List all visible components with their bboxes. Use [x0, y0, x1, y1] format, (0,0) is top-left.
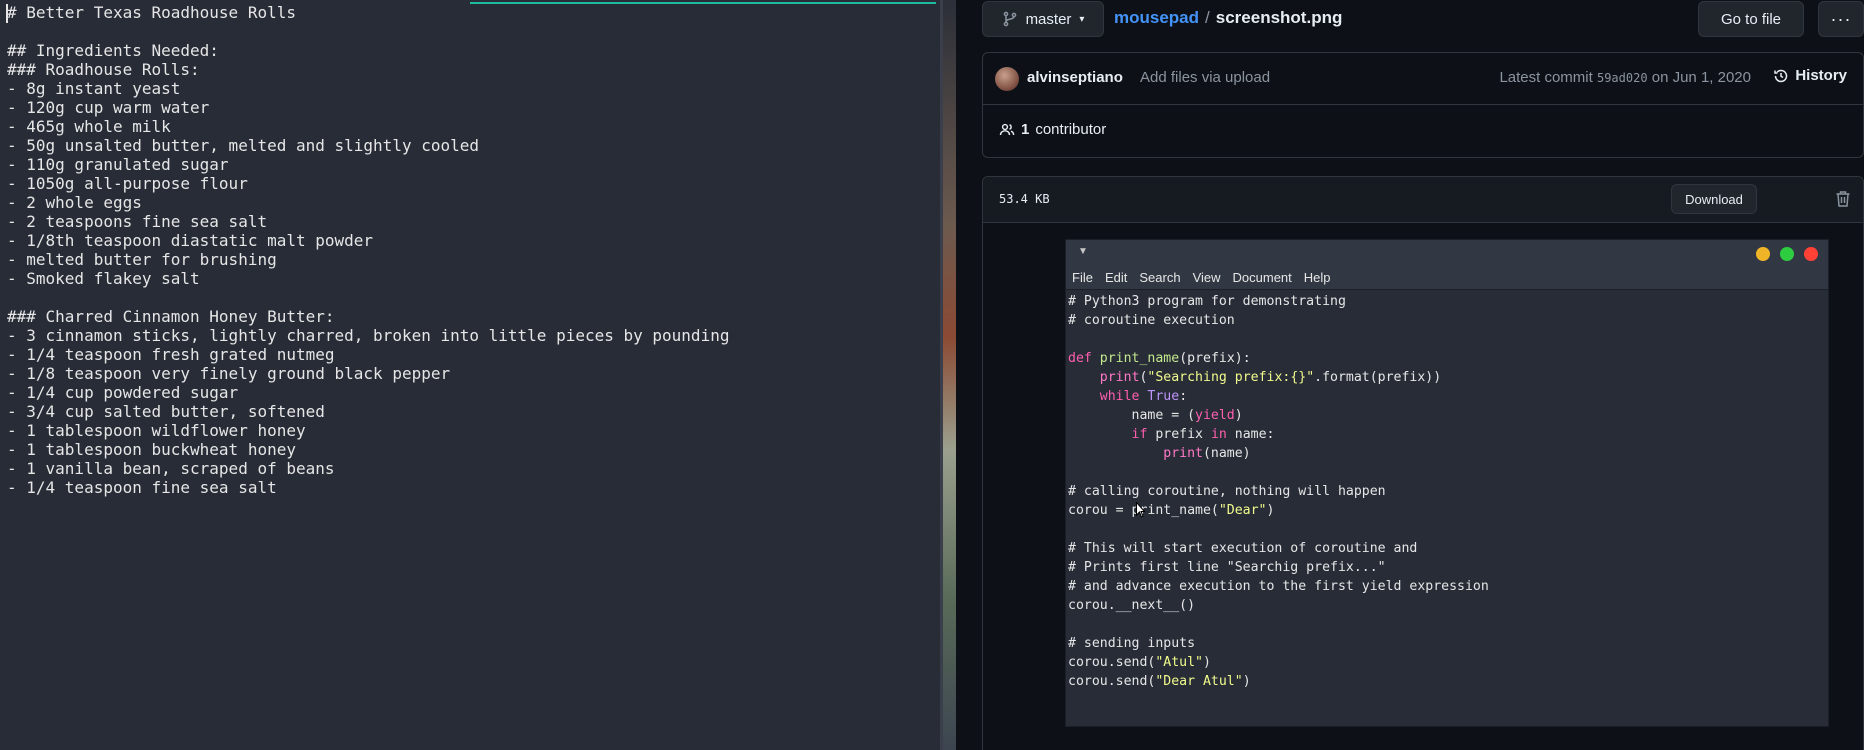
- code-line: # Python3 program for demonstrating: [1068, 294, 1346, 309]
- editor-line: - Smoked flakey salt: [7, 269, 200, 288]
- editor-line: - 1 vanilla bean, scraped of beans: [7, 459, 335, 478]
- desktop-wallpaper-strip: [940, 0, 956, 750]
- window-divider[interactable]: [940, 0, 943, 750]
- menu-item-help: Help: [1303, 270, 1331, 285]
- contributors-count: 1: [1021, 121, 1030, 138]
- file-header: 53.4 KB Download: [983, 177, 1863, 223]
- menu-item-search: Search: [1139, 270, 1181, 285]
- file-size: 53.4 KB: [999, 192, 1050, 206]
- code-line: # coroutine execution: [1068, 313, 1235, 328]
- editor-line: - 465g whole milk: [7, 117, 171, 136]
- editor-line: - 1/4 cup powdered sugar: [7, 383, 239, 402]
- editor-line: - 1 tablespoon buckwheat honey: [7, 440, 296, 459]
- editor-line: - 120g cup warm water: [7, 98, 210, 117]
- people-icon: [999, 123, 1015, 135]
- editor-line: - melted butter for brushing: [7, 250, 277, 269]
- history-link[interactable]: History: [1773, 67, 1847, 84]
- window-menubar: File Edit Search View Document Help: [1066, 266, 1828, 290]
- history-icon: [1774, 69, 1788, 82]
- code-line: if prefix in name:: [1131, 427, 1275, 442]
- code-line: # sending inputs: [1068, 636, 1196, 651]
- editor-line: ## Ingredients Needed:: [7, 41, 219, 60]
- menu-item-edit: Edit: [1104, 270, 1128, 285]
- code-line: print(name): [1163, 446, 1251, 461]
- commit-sha-link[interactable]: 59ad020: [1597, 71, 1648, 85]
- editor-line: - 2 teaspoons fine sea salt: [7, 212, 268, 231]
- trash-icon[interactable]: [1835, 190, 1851, 208]
- commit-date: on Jun 1, 2020: [1651, 69, 1751, 86]
- menu-item-document: Document: [1232, 270, 1292, 285]
- editor-line: - 1/4 teaspoon fresh grated nutmeg: [7, 345, 335, 364]
- editor-line: - 50g unsalted butter, melted and slight…: [7, 136, 480, 155]
- breadcrumb-repo-link[interactable]: mousepad: [1114, 8, 1199, 27]
- editor-line: - 1 tablespoon wildflower honey: [7, 421, 306, 440]
- minimize-icon: [1756, 247, 1770, 261]
- code-line: # calling coroutine, nothing will happen: [1068, 484, 1386, 499]
- chevron-down-icon: ▾: [1079, 13, 1085, 25]
- commit-author-link[interactable]: alvinseptiano: [1027, 69, 1123, 86]
- contributors-label: contributor: [1035, 121, 1107, 138]
- history-label: History: [1795, 67, 1847, 84]
- code-content: # Python3 program for demonstrating # co…: [1068, 292, 1489, 691]
- editor-line: ### Charred Cinnamon Honey Butter:: [7, 307, 335, 326]
- maximize-icon: [1780, 247, 1794, 261]
- editor-line: - 8g instant yeast: [7, 79, 181, 98]
- contributors-link[interactable]: 1 contributor: [999, 121, 1106, 138]
- avatar[interactable]: [995, 67, 1019, 91]
- code-line: # and advance execution to the first yie…: [1068, 579, 1489, 594]
- close-icon: [1804, 247, 1818, 261]
- code-line: corou = print_name("Dear"): [1068, 503, 1275, 518]
- editor-line: - 3/4 cup salted butter, softened: [7, 402, 325, 421]
- menu-item-file: File: [1072, 270, 1093, 285]
- commit-message-link[interactable]: Add files via upload: [1140, 69, 1270, 86]
- window-titlebar: ▼: [1066, 240, 1828, 266]
- latest-commit-label: Latest commit: [1499, 69, 1593, 86]
- code-line: corou.send("Dear Atul"): [1068, 674, 1251, 689]
- editor-line: - 1/8 teaspoon very finely ground black …: [7, 364, 451, 383]
- mouse-pointer-icon: [1136, 502, 1145, 518]
- editor-line: - 2 whole eggs: [7, 193, 142, 212]
- branch-selector-button[interactable]: master ▾: [982, 1, 1104, 37]
- window-menu-icon: ▼: [1078, 246, 1088, 257]
- more-options-button[interactable]: ···: [1818, 1, 1864, 37]
- editor-content[interactable]: # Better Texas Roadhouse Rolls ## Ingredi…: [7, 3, 729, 497]
- file-viewer: 53.4 KB Download ▼ File Edit Search View Doc…: [982, 176, 1864, 750]
- code-line: corou.__next__(): [1068, 598, 1196, 613]
- latest-commit-box: alvinseptiano Add files via upload Lates…: [982, 52, 1864, 158]
- breadcrumb-file: screenshot.png: [1215, 8, 1343, 27]
- latest-commit-info: Latest commit 59ad020 on Jun 1, 2020: [1499, 69, 1751, 86]
- editor-line: - 1050g all-purpose flour: [7, 174, 248, 193]
- editor-line: # Better Texas Roadhouse Rolls: [7, 3, 296, 22]
- editor-line: - 3 cinnamon sticks, lightly charred, br…: [7, 326, 730, 345]
- commit-row: alvinseptiano Add files via upload Lates…: [983, 53, 1863, 105]
- branch-name: master: [1025, 10, 1072, 28]
- menu-item-view: View: [1192, 270, 1221, 285]
- download-button[interactable]: Download: [1671, 184, 1757, 214]
- code-line: # This will start execution of coroutine…: [1068, 541, 1418, 556]
- text-editor[interactable]: # Better Texas Roadhouse Rolls ## Ingredi…: [0, 0, 940, 750]
- code-line: print("Searching prefix:{}".format(prefi…: [1099, 370, 1442, 385]
- code-line: while True:: [1099, 389, 1188, 404]
- git-branch-icon: [1003, 11, 1016, 27]
- embedded-screenshot-image: ▼ File Edit Search View Document Help # Pytho…: [1065, 239, 1829, 727]
- code-line: corou.send("Atul"): [1068, 655, 1211, 670]
- code-line: name = (yield): [1068, 408, 1243, 423]
- go-to-file-button[interactable]: Go to file: [1698, 1, 1804, 37]
- breadcrumb-separator: /: [1205, 8, 1210, 27]
- github-file-view: master ▾ mousepad / screenshot.png Go to f…: [956, 0, 1864, 750]
- editor-line: ### Roadhouse Rolls:: [7, 60, 200, 79]
- breadcrumb: mousepad / screenshot.png: [1114, 8, 1342, 28]
- editor-line: - 1/4 teaspoon fine sea salt: [7, 478, 277, 497]
- code-line: def print_name(prefix):: [1068, 351, 1251, 366]
- code-line: # Prints first line "Searchig prefix...": [1068, 560, 1386, 575]
- editor-line: - 1/8th teaspoon diastatic malt powder: [7, 231, 374, 250]
- editor-line: - 110g granulated sugar: [7, 155, 229, 174]
